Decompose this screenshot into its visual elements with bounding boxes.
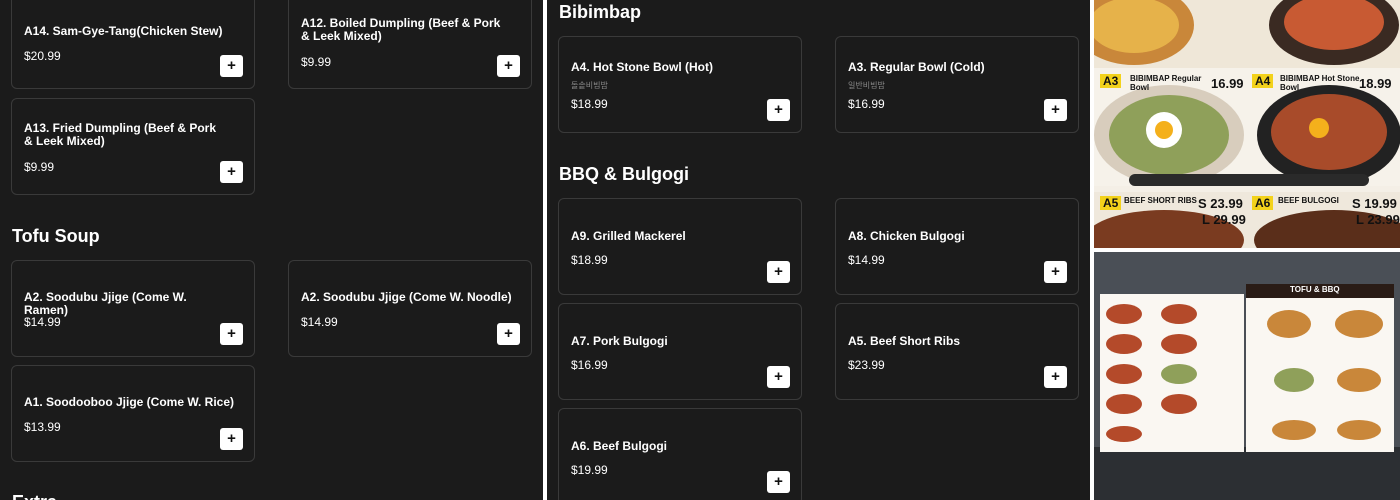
menu-pane-middle: Bibimbap A4. Hot Stone Bowl (Hot) 돌솥비빔밥 … xyxy=(547,0,1090,500)
add-to-cart-button[interactable]: + xyxy=(220,55,243,77)
menu-item-subtitle: 일반비빔밥 xyxy=(848,81,885,90)
menu-item-price: $14.99 xyxy=(848,253,885,267)
menu-item-card[interactable]: A14. Sam-Gye-Tang(Chicken Stew) $20.99 + xyxy=(11,0,255,89)
menu-photo-wall-graphic xyxy=(1094,252,1400,500)
add-to-cart-button[interactable]: + xyxy=(1044,99,1067,121)
menu-photo-tag: A3 xyxy=(1100,74,1122,88)
menu-item-price: $9.99 xyxy=(301,55,332,69)
menu-item-card[interactable]: A2. Soodubu Jjige (Come W. Ramen) $14.99… xyxy=(11,260,255,357)
section-title-bibimbap: Bibimbap xyxy=(559,2,642,22)
menu-item-price: $16.99 xyxy=(848,97,885,111)
menu-item-price: $23.99 xyxy=(848,358,885,372)
menu-item-card[interactable]: A2. Soodubu Jjige (Come W. Noodle) $14.9… xyxy=(288,260,532,357)
add-to-cart-button[interactable]: + xyxy=(767,99,790,121)
menu-item-card[interactable]: A1. Soodooboo Jjige (Come W. Rice) $13.9… xyxy=(11,365,255,462)
menu-item-title: A7. Pork Bulgogi xyxy=(571,334,668,348)
menu-item-subtitle: 돌솥비빔밥 xyxy=(571,81,608,90)
add-to-cart-button[interactable]: + xyxy=(767,366,790,388)
menu-item-title: A2. Soodubu Jjige (Come W. Noodle) xyxy=(301,290,512,304)
menu-item-title: A13. Fried Dumpling (Beef & Pork & Leek … xyxy=(24,121,217,148)
menu-photo-price: 16.99 xyxy=(1211,76,1244,91)
menu-photo-tag: A4 xyxy=(1252,74,1274,88)
menu-photo-wall[interactable]: TOFU & BBQ xyxy=(1094,252,1400,500)
menu-item-card[interactable]: A6. Beef Bulgogi $19.99 + xyxy=(558,408,802,500)
menu-photo-price: S 23.99 xyxy=(1198,196,1243,211)
menu-item-title: A3. Regular Bowl (Cold) xyxy=(848,60,985,74)
menu-photo-tag: A6 xyxy=(1252,196,1274,210)
menu-item-title: A4. Hot Stone Bowl (Hot) xyxy=(571,60,713,74)
menu-item-price: $14.99 xyxy=(24,315,61,329)
menu-photos-pane: A3 BIBIMBAP Regular Bowl 16.99 A4 BIBIMB… xyxy=(1094,0,1400,500)
add-to-cart-button[interactable]: + xyxy=(767,471,790,493)
menu-photo-price: L 23.99 xyxy=(1356,212,1400,227)
menu-item-title: A9. Grilled Mackerel xyxy=(571,229,686,243)
menu-photo-closeup[interactable]: A3 BIBIMBAP Regular Bowl 16.99 A4 BIBIMB… xyxy=(1094,0,1400,248)
menu-item-price: $9.99 xyxy=(24,160,55,174)
section-title-tofu-soup: Tofu Soup xyxy=(12,226,100,246)
menu-board-title: TOFU & BBQ xyxy=(1290,285,1340,294)
menu-item-title: A8. Chicken Bulgogi xyxy=(848,229,965,243)
menu-item-card[interactable]: A8. Chicken Bulgogi $14.99 + xyxy=(835,198,1079,295)
add-to-cart-button[interactable]: + xyxy=(220,323,243,345)
menu-item-card[interactable]: A4. Hot Stone Bowl (Hot) 돌솥비빔밥 $18.99 + xyxy=(558,36,802,133)
menu-item-title: A5. Beef Short Ribs xyxy=(848,334,961,348)
menu-item-card[interactable]: A9. Grilled Mackerel $18.99 + xyxy=(558,198,802,295)
menu-photo-label: BIBIMBAP Hot Stone Bowl xyxy=(1280,74,1360,92)
menu-item-price: $20.99 xyxy=(24,49,61,63)
add-to-cart-button[interactable]: + xyxy=(497,55,520,77)
menu-item-title: A6. Beef Bulgogi xyxy=(571,439,668,453)
section-title-extras: Extra xyxy=(12,492,57,500)
menu-item-price: $13.99 xyxy=(24,420,61,434)
menu-photo-price: L 29.99 xyxy=(1202,212,1246,227)
menu-item-price: $18.99 xyxy=(571,97,608,111)
add-to-cart-button[interactable]: + xyxy=(497,323,520,345)
menu-item-title: A14. Sam-Gye-Tang(Chicken Stew) xyxy=(24,24,223,38)
menu-item-card[interactable]: A7. Pork Bulgogi $16.99 + xyxy=(558,303,802,400)
menu-item-price: $18.99 xyxy=(571,253,608,267)
menu-photo-label: BIBIMBAP Regular Bowl xyxy=(1130,74,1202,92)
add-to-cart-button[interactable]: + xyxy=(220,161,243,183)
add-to-cart-button[interactable]: + xyxy=(767,261,790,283)
menu-photo-label: BEEF SHORT RIBS xyxy=(1124,196,1197,205)
menu-item-price: $19.99 xyxy=(571,463,608,477)
menu-item-card[interactable]: A13. Fried Dumpling (Beef & Pork & Leek … xyxy=(11,98,255,195)
menu-item-title: A2. Soodubu Jjige (Come W. Ramen) xyxy=(24,290,187,317)
section-title-bbq-bulgogi: BBQ & Bulgogi xyxy=(559,164,689,184)
menu-item-card[interactable]: A5. Beef Short Ribs $23.99 + xyxy=(835,303,1079,400)
menu-photo-tag: A5 xyxy=(1100,196,1122,210)
menu-item-card[interactable]: A12. Boiled Dumpling (Beef & Pork & Leek… xyxy=(288,0,532,89)
menu-pane-left: A14. Sam-Gye-Tang(Chicken Stew) $20.99 +… xyxy=(0,0,543,500)
add-to-cart-button[interactable]: + xyxy=(1044,261,1067,283)
menu-item-card[interactable]: A3. Regular Bowl (Cold) 일반비빔밥 $16.99 + xyxy=(835,36,1079,133)
menu-photo-price: S 19.99 xyxy=(1352,196,1397,211)
menu-item-title: A1. Soodooboo Jjige (Come W. Rice) xyxy=(24,395,235,409)
menu-photo-label: BEEF BULGOGI xyxy=(1278,196,1339,205)
menu-item-price: $16.99 xyxy=(571,358,608,372)
menu-item-price: $14.99 xyxy=(301,315,338,329)
add-to-cart-button[interactable]: + xyxy=(1044,366,1067,388)
menu-item-title: A12. Boiled Dumpling (Beef & Pork & Leek… xyxy=(301,16,501,43)
menu-photo-price: 18.99 xyxy=(1359,76,1392,91)
add-to-cart-button[interactable]: + xyxy=(220,428,243,450)
